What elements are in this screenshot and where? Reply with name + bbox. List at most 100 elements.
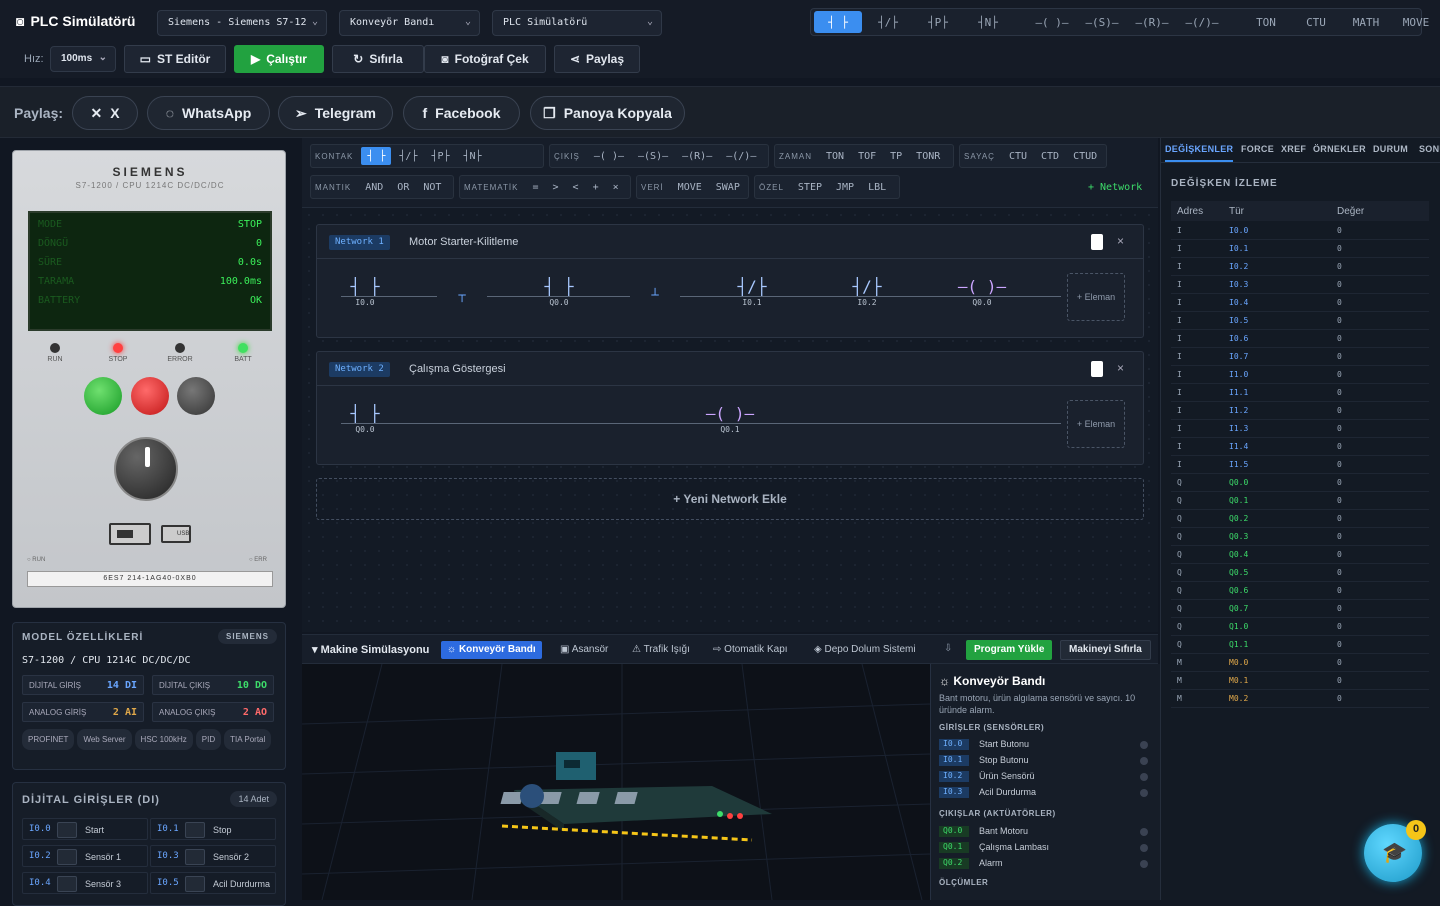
tool-coil[interactable]: –( )– xyxy=(588,151,630,162)
variable-row[interactable]: Q Q0.2 0 xyxy=(1171,510,1429,528)
help-button[interactable]: 🎓 0 xyxy=(1364,820,1426,882)
tool-p-contact[interactable]: ┤P├ xyxy=(425,151,455,162)
tool-step[interactable]: STEP xyxy=(792,182,828,193)
di-switch[interactable] xyxy=(57,876,77,892)
tab-xref[interactable]: XREF xyxy=(1281,144,1306,154)
tool-lt[interactable]: < xyxy=(567,182,585,193)
machine-select[interactable]: Konveyör Bandı ⌄ xyxy=(339,10,480,36)
reset-machine-button[interactable]: Makineyi Sıfırla xyxy=(1060,640,1151,660)
share-whatsapp-button[interactable]: ◌ WhatsApp xyxy=(147,96,270,130)
tool-no-contact[interactable]: ┤ ├ xyxy=(361,147,392,165)
photo-button[interactable]: ◙ Fotoğraf Çek xyxy=(424,45,546,73)
variable-row[interactable]: Q Q1.1 0 xyxy=(1171,636,1429,654)
contact-element[interactable]: ┤/├ I0.2 xyxy=(842,278,892,307)
tool-swap[interactable]: SWAP xyxy=(710,182,746,193)
di-switch[interactable] xyxy=(185,849,205,865)
load-program-button[interactable]: Program Yükle xyxy=(966,640,1053,660)
simulation-title[interactable]: ▾ Makine Simülasyonu xyxy=(312,643,429,656)
copy-clipboard-button[interactable]: ❐ Panoya Kopyala xyxy=(530,96,685,130)
add-element-button[interactable]: + Eleman xyxy=(1067,273,1125,321)
speed-select[interactable]: 100ms ⌄ xyxy=(50,46,116,72)
variable-row[interactable]: Q Q0.5 0 xyxy=(1171,564,1429,582)
variable-row[interactable]: I I0.4 0 xyxy=(1171,294,1429,312)
download-icon[interactable]: ⇩ xyxy=(944,643,952,654)
tool-add[interactable]: + xyxy=(587,182,605,193)
sim-tab-traffic[interactable]: ⚠ Trafik Işığı xyxy=(626,641,696,659)
variable-row[interactable]: I I0.7 0 xyxy=(1171,348,1429,366)
tool-eq[interactable]: = xyxy=(526,182,544,193)
simulation-3d-view[interactable] xyxy=(301,663,931,901)
variable-row[interactable]: I I0.6 0 xyxy=(1171,330,1429,348)
tool-tp[interactable]: TP xyxy=(884,151,908,162)
variable-row[interactable]: M M0.0 0 xyxy=(1171,654,1429,672)
variable-row[interactable]: I I0.3 0 xyxy=(1171,276,1429,294)
sim-tab-door[interactable]: ⇨ Otomatik Kapı xyxy=(707,641,794,659)
tab-force[interactable]: FORCE xyxy=(1241,144,1274,154)
variable-row[interactable]: Q Q0.7 0 xyxy=(1171,600,1429,618)
sim-tab-elevator[interactable]: ▣ Asansör xyxy=(554,641,614,659)
brand-select[interactable]: Siemens - Siemens S7-12 ⌄ xyxy=(157,10,327,36)
di-switch[interactable] xyxy=(57,822,77,838)
tool-tof[interactable]: TOF xyxy=(852,151,882,162)
aux-push-button[interactable] xyxy=(177,377,215,415)
variable-row[interactable]: I I1.0 0 xyxy=(1171,366,1429,384)
share-button[interactable]: ⋖ Paylaş xyxy=(554,45,640,73)
palette-n-contact[interactable]: ┤N├ xyxy=(964,11,1012,33)
variable-row[interactable]: Q Q0.1 0 xyxy=(1171,492,1429,510)
variable-row[interactable]: Q Q0.3 0 xyxy=(1171,528,1429,546)
variable-row[interactable]: I I1.1 0 xyxy=(1171,384,1429,402)
tool-ton[interactable]: TON xyxy=(820,151,850,162)
variable-row[interactable]: Q Q0.4 0 xyxy=(1171,546,1429,564)
tool-ctu[interactable]: CTU xyxy=(1003,151,1033,162)
tool-gt[interactable]: > xyxy=(547,182,565,193)
variable-row[interactable]: I I1.4 0 xyxy=(1171,438,1429,456)
stop-push-button[interactable] xyxy=(131,377,169,415)
palette-ctu[interactable]: CTU xyxy=(1292,11,1340,33)
tool-set-coil[interactable]: –(S)– xyxy=(632,151,674,162)
share-facebook-button[interactable]: f Facebook xyxy=(403,96,520,130)
add-element-button[interactable]: + Eleman xyxy=(1067,400,1125,448)
share-telegram-button[interactable]: ➢ Telegram xyxy=(278,96,393,130)
start-push-button[interactable] xyxy=(84,377,122,415)
share-x-button[interactable]: ✕ X xyxy=(72,96,138,130)
tool-n-contact[interactable]: ┤N├ xyxy=(458,151,488,162)
tool-move[interactable]: MOVE xyxy=(672,182,708,193)
tool-neg-coil[interactable]: –(/)– xyxy=(720,151,762,162)
add-network-button[interactable]: + Network xyxy=(1088,182,1142,193)
close-icon[interactable]: × xyxy=(1117,234,1124,248)
variable-row[interactable]: I I1.2 0 xyxy=(1171,402,1429,420)
reset-button[interactable]: ↻ Sıfırla xyxy=(332,45,424,73)
tool-and[interactable]: AND xyxy=(359,182,389,193)
variable-row[interactable]: I I1.3 0 xyxy=(1171,420,1429,438)
tab-examples[interactable]: ÖRNEKLER xyxy=(1313,144,1366,154)
tool-mul[interactable]: × xyxy=(607,182,625,193)
run-button[interactable]: ▶ Çalıştır xyxy=(234,45,324,73)
variable-row[interactable]: I I1.5 0 xyxy=(1171,456,1429,474)
di-switch[interactable] xyxy=(185,822,205,838)
di-switch[interactable] xyxy=(57,849,77,865)
coil-element[interactable]: –( )– Q0.1 xyxy=(705,405,755,434)
tool-lbl[interactable]: LBL xyxy=(862,182,892,193)
variable-row[interactable]: Q Q0.0 0 xyxy=(1171,474,1429,492)
palette-neg-coil[interactable]: –(/)– xyxy=(1178,11,1226,33)
palette-move[interactable]: MOVE xyxy=(1392,11,1440,33)
tool-nc-contact[interactable]: ┤/├ xyxy=(393,151,423,162)
contact-element[interactable]: ┤ ├ I0.0 xyxy=(340,278,390,307)
variable-row[interactable]: I I0.0 0 xyxy=(1171,222,1429,240)
palette-no-contact[interactable]: ┤ ├ xyxy=(814,11,862,33)
palette-nc-contact[interactable]: ┤/├ xyxy=(864,11,912,33)
sim-tab-conveyor[interactable]: ☼ Konveyör Bandı xyxy=(441,641,542,659)
variable-row[interactable]: Q Q0.6 0 xyxy=(1171,582,1429,600)
tab-status[interactable]: DURUM xyxy=(1373,144,1408,154)
palette-coil[interactable]: –( )– xyxy=(1028,11,1076,33)
tool-jmp[interactable]: JMP xyxy=(830,182,860,193)
new-network-button[interactable]: + Yeni Network Ekle xyxy=(316,478,1144,520)
palette-math[interactable]: MATH xyxy=(1342,11,1390,33)
tool-or[interactable]: OR xyxy=(391,182,415,193)
coil-element[interactable]: –( )– Q0.0 xyxy=(957,278,1007,307)
mode-select[interactable]: PLC Simülatörü ⌄ xyxy=(492,10,662,36)
tool-tonr[interactable]: TONR xyxy=(910,151,946,162)
close-icon[interactable]: × xyxy=(1117,361,1124,375)
palette-set-coil[interactable]: –(S)– xyxy=(1078,11,1126,33)
tab-variables[interactable]: DEĞİŞKENLER xyxy=(1165,144,1234,162)
